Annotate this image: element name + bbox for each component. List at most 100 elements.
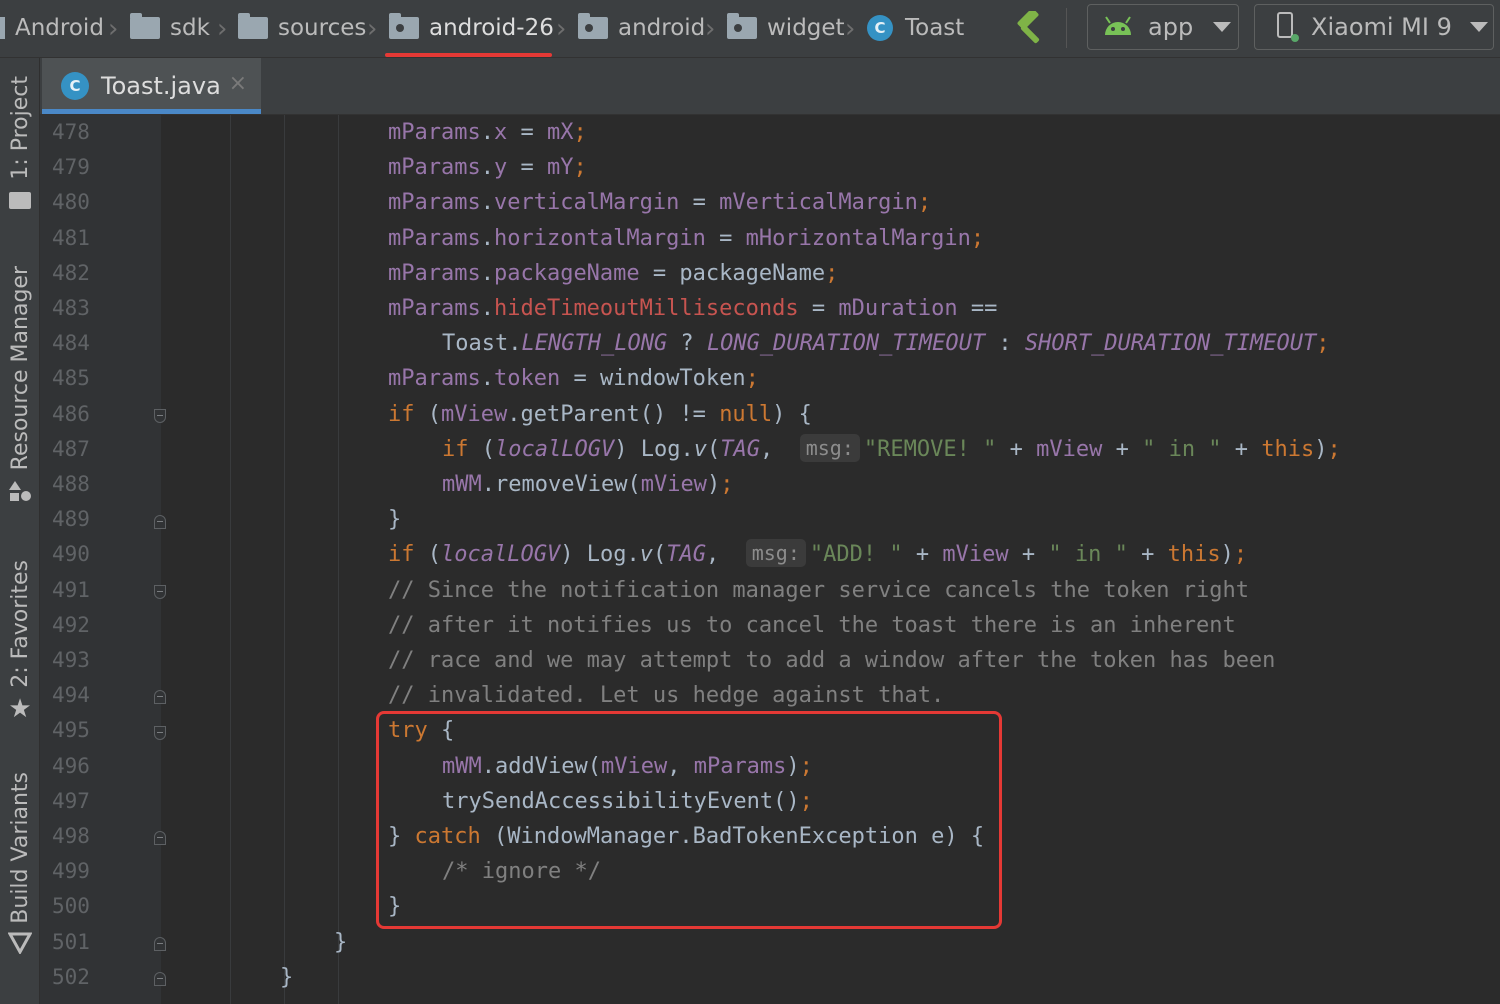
code-line-502: } [280,964,294,990]
tool-window-label: 1: Project [7,76,33,180]
line-number: 496 [52,753,90,778]
code-line-497: trySendAccessibilityEvent(); [442,788,813,814]
breadcrumb-android-26[interactable]: android-26 [389,0,554,56]
line-number: 495 [52,718,90,743]
code-line-500: } [388,894,402,920]
line-number: 501 [52,929,90,954]
breadcrumb-toast[interactable]: C Toast [867,0,964,56]
line-number: 484 [52,331,90,356]
breadcrumb-sdk[interactable]: sdk [130,0,210,56]
code-line-487: if (localLOGV) Log.v(TAG, msg: "REMOVE! "… [442,433,1341,462]
line-number: 491 [52,577,90,602]
line-number: 502 [52,964,90,989]
active-breadcrumb-underline [385,53,552,57]
code-line-485: mParams.token = windowToken; [388,366,759,392]
active-tab-underline [42,109,261,114]
build-hammer-icon[interactable] [1013,11,1049,45]
tool-window-favorites[interactable]: 2: Favorites ★ [0,560,40,724]
breadcrumb-label: sources [278,15,367,41]
line-number: 490 [52,542,90,567]
tab-toast-java[interactable]: C Toast.java × [42,58,261,114]
breadcrumb-label: Android [15,15,104,41]
tool-window-resource-manager[interactable]: Resource Manager [0,266,40,502]
device-dropdown[interactable]: Xiaomi MI 9 [1254,4,1494,50]
tool-window-build-variants[interactable]: Build Variants [0,772,40,954]
code-line-492: // after it notifies us to cancel the to… [388,612,1236,638]
folder-icon [130,13,160,39]
folder-icon [238,13,268,39]
package-folder-icon [389,13,419,39]
breadcrumb-android[interactable]: Android [0,0,104,56]
tab-label: Toast.java [101,72,221,100]
line-number: 485 [52,366,90,391]
code-line-498: } catch (WindowManager.BadTokenException… [388,824,985,849]
folder-icon [9,191,31,209]
module-icon [0,17,5,39]
breadcrumb-label: sdk [170,15,210,41]
close-icon[interactable]: × [229,71,247,96]
code-line-486: if (mView.getParent() != null) { [388,401,812,427]
parameter-hint: msg: [745,539,806,568]
code-line-493: // race and we may attempt to add a wind… [388,648,1276,673]
line-number: 483 [52,296,90,320]
chevron-down-icon [1213,22,1232,32]
android-icon [1105,16,1131,35]
line-number: 489 [52,507,90,532]
class-icon: C [867,15,893,41]
code-line-488: mWM.removeView(mView); [442,472,734,497]
line-number: 494 [52,683,90,708]
line-number: 499 [52,859,90,884]
line-number: 481 [52,225,90,250]
line-number: 500 [52,894,90,919]
toolbar-separator [1066,8,1067,48]
device-phone-icon [1277,12,1299,42]
resource-manager-icon [9,481,31,502]
breadcrumb-label: widget [767,15,845,41]
line-number: 482 [52,260,90,285]
breadcrumb-label: Toast [905,15,965,41]
breadcrumb-label: android [618,15,706,41]
code-line-478: mParams.x = mX; [388,120,587,145]
chevron-right-icon: › [556,14,567,44]
run-configuration-dropdown[interactable]: app [1087,4,1239,50]
code-line-490: if (localLOGV) Log.v(TAG, msg: "ADD! " + … [388,539,1248,568]
tool-window-label: 2: Favorites [7,560,33,688]
code-line-484: Toast.LENGTH_LONG ? LONG_DURATION_TIMEOU… [442,331,1330,357]
breadcrumb-sources[interactable]: sources [238,0,366,56]
line-number: 492 [52,612,90,637]
chevron-right-icon: › [845,14,856,44]
breadcrumb-label: android-26 [429,15,554,41]
code-line-479: mParams.y = mY; [388,155,587,181]
code-line-499: /* ignore */ [442,859,601,885]
code-line-501: } [334,929,348,955]
line-number: 498 [52,824,90,848]
line-number: 478 [52,120,90,144]
editor-tab-bar: C Toast.java × [40,58,1500,115]
code-line-491: // Since the notification manager servic… [388,577,1249,603]
package-folder-icon [727,13,757,39]
line-number: 497 [52,788,90,813]
tool-window-label: Build Variants [7,772,33,924]
chevron-down-icon [1469,22,1488,32]
chevron-right-icon: › [705,14,716,44]
tool-window-stripe: 1: Project Resource Manager 2: Favorites… [0,58,40,1004]
code-editor[interactable]: mParams.x = mX; mParams.y = mY; mParams.… [161,115,1500,1004]
tool-window-label: Resource Manager [7,266,33,471]
line-number: 486 [52,401,90,426]
code-line-494: // invalidated. Let us hedge against tha… [388,683,945,709]
tool-window-project[interactable]: 1: Project [0,76,40,209]
code-line-482: mParams.packageName = packageName; [388,260,839,286]
device-label: Xiaomi MI 9 [1311,13,1452,41]
class-icon: C [61,72,89,100]
breadcrumb-widget[interactable]: widget [727,0,845,56]
navigation-bar: Android › sdk › sources › android-26 › a… [0,0,1500,58]
build-variants-icon [8,932,32,954]
line-number: 479 [52,155,90,180]
code-line-495: try { [388,718,455,744]
code-line-481: mParams.horizontalMargin = mHorizontalMa… [388,225,985,251]
breadcrumb-android-pkg[interactable]: android [578,0,705,56]
package-folder-icon [578,13,608,39]
code-line-496: mWM.addView(mView, mParams); [442,753,813,779]
code-line-480: mParams.verticalMargin = mVerticalMargin… [388,190,932,216]
star-icon: ★ [8,693,32,724]
